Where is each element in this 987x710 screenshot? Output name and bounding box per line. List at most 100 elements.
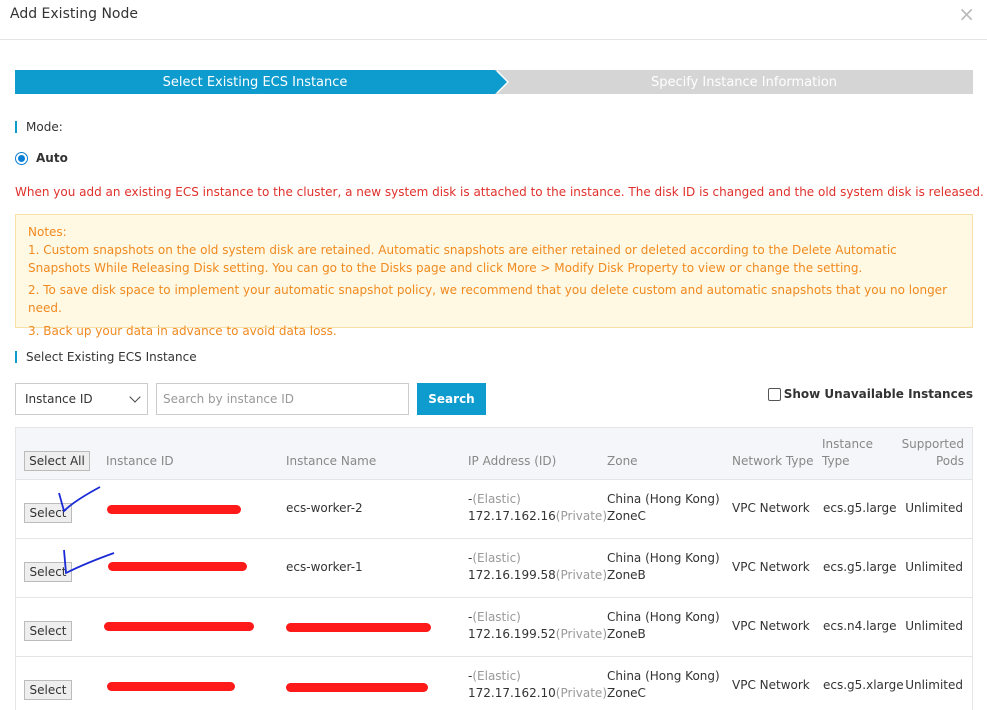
table-row: Select ecs-worker-1 -(Elastic) 172.16.19… <box>16 539 972 598</box>
table-row: Select ecs-worker-2 -(Elastic) 172.17.16… <box>16 480 972 539</box>
handwritten-check-icon <box>58 486 101 513</box>
note-item: 3. Back up your data in advance to avoid… <box>28 324 337 338</box>
ip-private: 172.17.162.10(Private) <box>468 685 607 702</box>
col-instance-type-line2: Type <box>822 454 850 468</box>
instance-type: ecs.n4.large <box>823 619 897 633</box>
filter-type-select[interactable]: Instance ID <box>15 383 148 415</box>
zone: China (Hong Kong) ZoneC <box>607 668 720 702</box>
supported-pods: Unlimited <box>905 501 963 515</box>
ip-address: -(Elastic) 172.16.199.58(Private) <box>468 550 607 584</box>
col-instance-id: Instance ID <box>106 454 174 468</box>
ip-private-value: 172.16.199.52 <box>468 627 556 641</box>
zone: China (Hong Kong) ZoneC <box>607 491 720 525</box>
ip-private-value: 172.16.199.58 <box>468 568 556 582</box>
zone: China (Hong Kong) ZoneB <box>607 550 720 584</box>
filter-type-value: Instance ID <box>25 392 93 406</box>
mode-auto-label: Auto <box>36 151 68 165</box>
instance-section-label: Select Existing ECS Instance <box>15 351 197 363</box>
ip-elastic-tag: (Elastic) <box>472 551 521 565</box>
col-instance-type: Instance Type <box>822 436 873 470</box>
checkbox[interactable] <box>767 387 781 401</box>
col-pods-line1: Supported <box>901 437 964 451</box>
col-instance-type-line1: Instance <box>822 437 874 451</box>
network-type: VPC Network <box>732 678 810 692</box>
dialog-header: Add Existing Node × <box>0 0 987 40</box>
note-item: 2. To save disk space to implement your … <box>28 283 948 315</box>
notes-heading: Notes: <box>28 225 67 239</box>
col-pods-line2: Pods <box>935 454 964 468</box>
show-unavailable-toggle[interactable]: Show Unavailable Instances <box>767 387 973 401</box>
network-type: VPC Network <box>732 619 810 633</box>
ip-address: -(Elastic) 172.16.199.52(Private) <box>468 609 607 643</box>
table-header: Select All Instance ID Instance Name IP … <box>16 428 972 480</box>
close-icon[interactable]: × <box>958 2 975 26</box>
ip-private-tag: (Private) <box>555 686 607 700</box>
instance-table: Select All Instance ID Instance Name IP … <box>15 427 973 710</box>
supported-pods: Unlimited <box>905 619 963 633</box>
show-unavailable-label: Show Unavailable Instances <box>783 387 973 401</box>
supported-pods: Unlimited <box>905 678 963 692</box>
search-input[interactable] <box>156 383 409 415</box>
zone-name: ZoneC <box>607 686 646 700</box>
redacted-instance-id <box>107 682 235 691</box>
ip-address: -(Elastic) 172.17.162.10(Private) <box>468 668 607 702</box>
instance-name: ecs-worker-1 <box>286 560 363 574</box>
zone-region: China (Hong Kong) <box>607 610 720 624</box>
instance-name: ecs-worker-2 <box>286 501 363 515</box>
step-select-instance: Select Existing ECS Instance <box>15 70 495 94</box>
step-arrow <box>495 70 507 94</box>
zone: China (Hong Kong) ZoneB <box>607 609 720 643</box>
zone-region: China (Hong Kong) <box>607 492 720 506</box>
note-item: 1. Custom snapshots on the old system di… <box>28 243 897 275</box>
ip-elastic: -(Elastic) <box>468 550 607 567</box>
ip-private-value: 172.17.162.10 <box>468 686 556 700</box>
ip-elastic: -(Elastic) <box>468 609 607 626</box>
instance-type: ecs.g5.xlarge <box>823 678 904 692</box>
ip-elastic: -(Elastic) <box>468 668 607 685</box>
radio-selected-icon[interactable] <box>15 151 28 165</box>
redacted-instance-name <box>286 683 428 692</box>
ip-private-tag: (Private) <box>555 568 607 582</box>
zone-name: ZoneB <box>607 627 646 641</box>
ip-elastic-tag: (Elastic) <box>472 669 521 683</box>
ip-private-value: 172.17.162.16 <box>468 509 556 523</box>
dialog-title: Add Existing Node <box>10 6 138 22</box>
network-type: VPC Network <box>732 501 810 515</box>
redacted-instance-id <box>104 622 254 631</box>
ip-elastic-tag: (Elastic) <box>472 610 521 624</box>
col-zone: Zone <box>607 454 638 468</box>
col-supported-pods: Supported Pods <box>902 436 964 470</box>
col-network-type: Network Type <box>732 454 814 468</box>
supported-pods: Unlimited <box>905 560 963 574</box>
redacted-instance-id <box>108 562 247 571</box>
ip-address: -(Elastic) 172.17.162.16(Private) <box>468 491 607 525</box>
table-row: Select -(Elastic) 172.16.199.52(Private)… <box>16 598 972 657</box>
step-progress: Select Existing ECS Instance Specify Ins… <box>15 70 973 94</box>
system-disk-warning: When you add an existing ECS instance to… <box>15 185 984 199</box>
zone-name: ZoneC <box>607 509 646 523</box>
chevron-down-icon <box>129 391 141 403</box>
search-button[interactable]: Search <box>417 383 486 415</box>
ip-elastic: -(Elastic) <box>468 491 607 508</box>
zone-name: ZoneB <box>607 568 646 582</box>
select-all-button[interactable]: Select All <box>24 451 90 471</box>
zone-region: China (Hong Kong) <box>607 551 720 565</box>
ip-private: 172.16.199.58(Private) <box>468 567 607 584</box>
ip-elastic-tag: (Elastic) <box>472 492 521 506</box>
zone-region: China (Hong Kong) <box>607 669 720 683</box>
ip-private-tag: (Private) <box>555 627 607 641</box>
notes-box: Notes: 1. Custom snapshots on the old sy… <box>15 214 973 338</box>
table-row: Select -(Elastic) 172.17.162.10(Private)… <box>16 657 972 710</box>
mode-label: Mode: <box>15 121 63 133</box>
ip-private: 172.17.162.16(Private) <box>468 508 607 525</box>
select-button[interactable]: Select <box>24 680 72 700</box>
col-instance-name: Instance Name <box>286 454 377 468</box>
ip-private: 172.16.199.52(Private) <box>468 626 607 643</box>
network-type: VPC Network <box>732 560 810 574</box>
mode-auto-option[interactable]: Auto <box>15 151 68 165</box>
col-ip-address: IP Address (ID) <box>468 454 557 468</box>
ip-private-tag: (Private) <box>555 509 607 523</box>
step-specify-info: Specify Instance Information <box>495 70 973 94</box>
instance-type: ecs.g5.large <box>823 501 897 515</box>
select-button[interactable]: Select <box>24 621 72 641</box>
